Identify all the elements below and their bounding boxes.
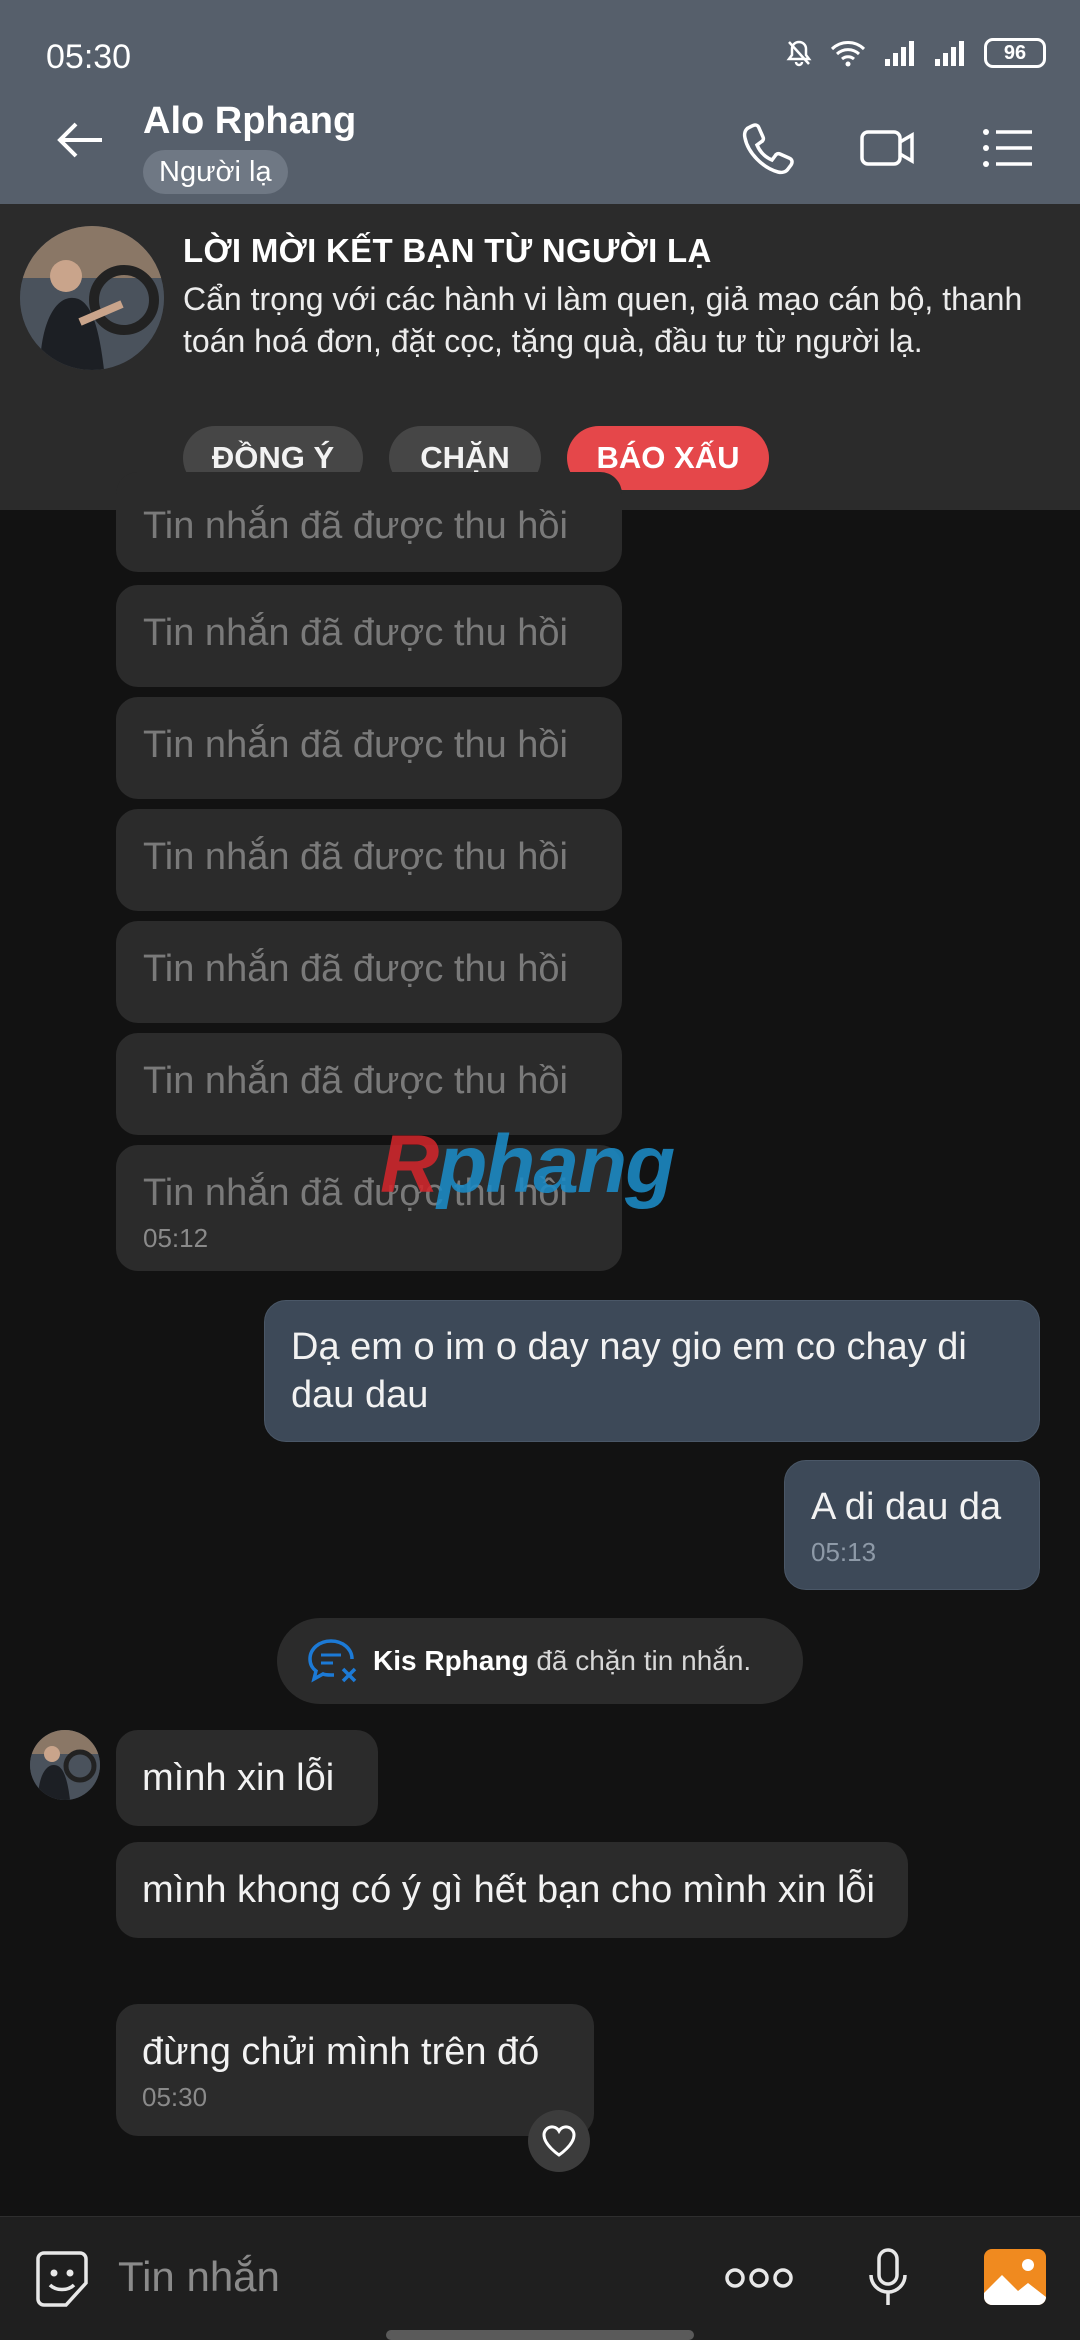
message-time: 05:13 bbox=[811, 1537, 877, 1567]
watermark-logo: Rphang bbox=[380, 1118, 675, 1212]
avatar[interactable] bbox=[20, 226, 164, 370]
stranger-badge: Người lạ bbox=[143, 150, 288, 194]
block-notice: Kis Rphang đã chặn tin nhắn. bbox=[277, 1618, 803, 1704]
received-message[interactable]: mình khong có ý gì hết bạn cho mình xin … bbox=[116, 1842, 908, 1938]
sent-message[interactable]: A di dau da 05:13 bbox=[784, 1460, 1040, 1590]
video-call-icon[interactable] bbox=[858, 118, 918, 178]
message-text: mình xin lỗi bbox=[142, 1757, 335, 1799]
back-arrow-icon[interactable] bbox=[52, 112, 108, 168]
recalled-text: Tin nhắn đã được thu hồi bbox=[143, 836, 568, 878]
react-heart-button[interactable] bbox=[528, 2110, 590, 2172]
message-input[interactable]: Tin nhắn bbox=[118, 2253, 280, 2301]
chat-blocked-icon bbox=[308, 1639, 357, 1683]
avatar[interactable] bbox=[30, 1730, 100, 1800]
recalled-message[interactable]: Tin nhắn đã được thu hồi bbox=[116, 697, 622, 799]
heart-icon bbox=[542, 2125, 576, 2157]
signal-icon bbox=[935, 41, 964, 66]
sticker-icon[interactable] bbox=[30, 2247, 94, 2311]
message-input-bar: Tin nhắn bbox=[0, 2216, 1080, 2340]
image-icon[interactable] bbox=[982, 2247, 1048, 2307]
sent-message[interactable]: Dạ em o im o day nay gio em co chay di d… bbox=[264, 1300, 1040, 1442]
recalled-text: Tin nhắn đã được thu hồi bbox=[143, 505, 568, 547]
received-message[interactable]: đừng chửi mình trên đó 05:30 bbox=[116, 2004, 594, 2136]
home-indicator[interactable] bbox=[386, 2330, 694, 2340]
recalled-message[interactable]: Tin nhắn đã được thu hồi bbox=[116, 921, 622, 1023]
request-warning: Cẩn trọng với các hành vi làm quen, giả … bbox=[183, 281, 1023, 359]
recalled-text: Tin nhắn đã được thu hồi bbox=[143, 1060, 568, 1102]
message-time: 05:30 bbox=[142, 2082, 208, 2112]
recalled-message[interactable]: Tin nhắn đã được thu hồi bbox=[116, 472, 622, 572]
notice-action: đã chặn tin nhắn. bbox=[536, 1645, 752, 1676]
watermark-rest: phang bbox=[437, 1119, 675, 1210]
message-time: 05:12 bbox=[143, 1223, 209, 1253]
microphone-icon[interactable] bbox=[866, 2247, 910, 2309]
message-text: A di dau da bbox=[811, 1486, 1002, 1528]
message-text: mình khong có ý gì hết bạn cho mình xin … bbox=[142, 1869, 875, 1911]
chat-screen: 05:30 96 Alo Rphang Người lạ LỜI MỜI KẾT… bbox=[0, 0, 1080, 2340]
chat-header: Alo Rphang Người lạ bbox=[0, 82, 1080, 204]
notice-text: Kis Rphang đã chặn tin nhắn. bbox=[373, 1645, 751, 1677]
more-icon[interactable] bbox=[724, 2263, 794, 2293]
mute-bell-icon bbox=[786, 40, 812, 67]
battery-icon: 96 bbox=[984, 38, 1046, 68]
status-icons: 96 bbox=[786, 38, 1046, 68]
request-title: LỜI MỜI KẾT BẠN TỪ NGƯỜI LẠ bbox=[183, 232, 712, 269]
phone-icon[interactable] bbox=[738, 118, 798, 178]
status-time: 05:30 bbox=[46, 38, 132, 76]
menu-list-icon[interactable] bbox=[978, 118, 1038, 178]
status-bar: 05:30 96 bbox=[0, 0, 1080, 82]
friend-request-banner: LỜI MỜI KẾT BẠN TỪ NGƯỜI LẠ Cẩn trọng vớ… bbox=[0, 204, 1080, 510]
message-text: đừng chửi mình trên đó bbox=[142, 2031, 540, 2073]
recalled-message[interactable]: Tin nhắn đã được thu hồi bbox=[116, 585, 622, 687]
watermark-first: R bbox=[380, 1119, 439, 1210]
recalled-text: Tin nhắn đã được thu hồi bbox=[143, 948, 568, 990]
signal-icon bbox=[885, 41, 914, 66]
recalled-text: Tin nhắn đã được thu hồi bbox=[143, 724, 568, 766]
recalled-message[interactable]: Tin nhắn đã được thu hồi bbox=[116, 809, 622, 911]
message-text: Dạ em o im o day nay gio em co chay di d… bbox=[291, 1326, 967, 1416]
contact-name[interactable]: Alo Rphang bbox=[143, 100, 356, 143]
received-message[interactable]: mình xin lỗi bbox=[116, 1730, 378, 1826]
notice-name: Kis Rphang bbox=[373, 1645, 529, 1676]
wifi-icon bbox=[830, 41, 866, 67]
battery-level: 96 bbox=[1003, 41, 1027, 64]
recalled-text: Tin nhắn đã được thu hồi bbox=[143, 612, 568, 654]
